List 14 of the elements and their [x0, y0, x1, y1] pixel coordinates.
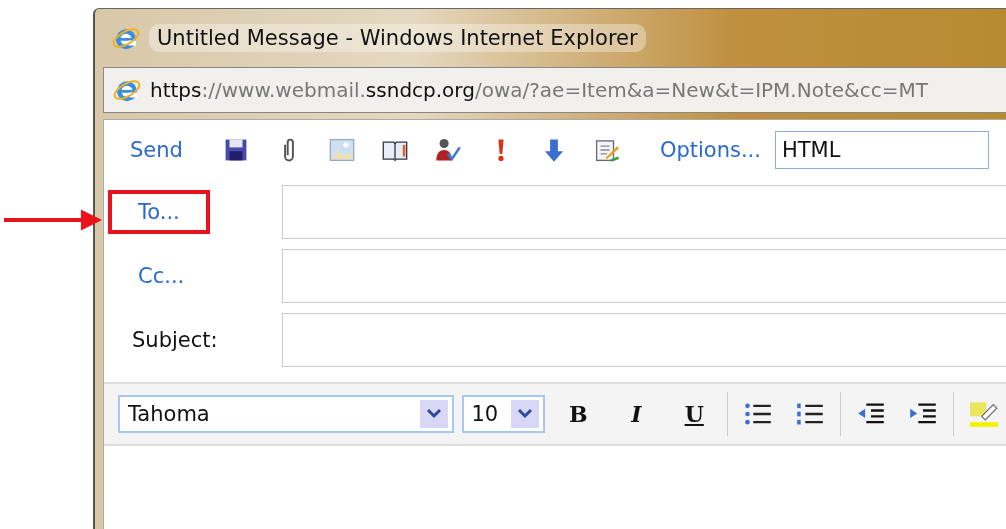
format-dropdown[interactable]: HTML	[774, 131, 989, 169]
options-button[interactable]: Options...	[659, 138, 761, 162]
underline-button[interactable]: U	[669, 400, 720, 428]
window-title: Untitled Message - Windows Internet Explorer	[149, 24, 646, 52]
address-bar[interactable]: https://www.webmail.ssndcp.org/owa/?ae=Item&a=New&t=IPM.Note&cc=MT	[103, 67, 1006, 113]
recipient-link[interactable]: Cc...	[108, 254, 215, 298]
bold-button[interactable]: B	[553, 400, 604, 428]
send-button[interactable]: Send	[130, 138, 183, 162]
italic-button[interactable]: I	[611, 400, 662, 428]
size-dropdown[interactable]: 10	[461, 395, 546, 433]
font-dropdown[interactable]: Tahoma	[118, 395, 454, 433]
recipient-link[interactable]: To...	[108, 190, 210, 234]
url-text: https://www.webmail.ssndcp.org/owa/?ae=Item&a=New&t=IPM.Note&cc=MT	[150, 78, 928, 102]
field-label: Subject:	[131, 327, 219, 354]
